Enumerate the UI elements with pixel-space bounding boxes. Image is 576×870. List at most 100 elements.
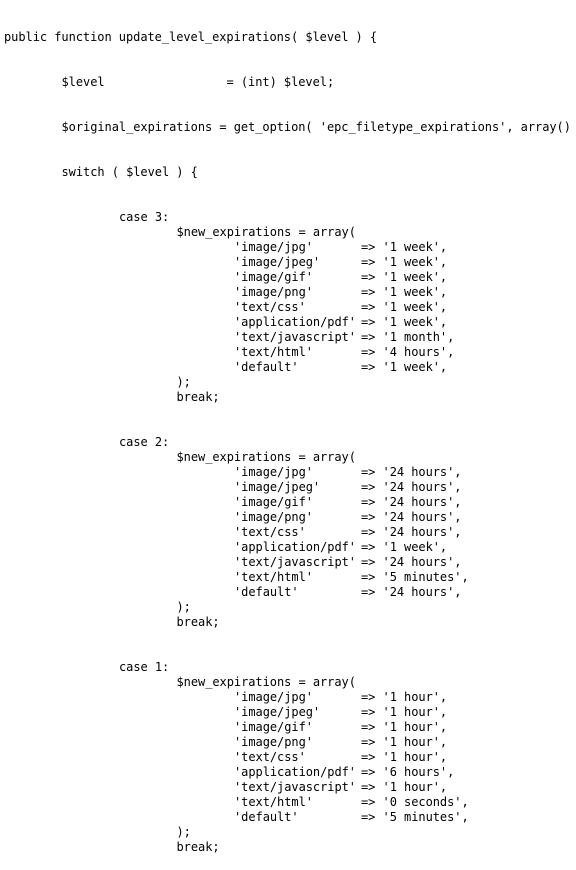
mime-type-key: 'application/pdf' (234, 315, 356, 329)
case-label: case 3: (119, 210, 170, 224)
array-entry: 'default' => '5 minutes', (4, 810, 571, 825)
array-entry: 'image/gif' => '1 hour', (4, 720, 571, 735)
array-entry: 'text/css' => '24 hours', (4, 525, 571, 540)
array-entry: 'default' => '24 hours', (4, 585, 571, 600)
expiration-value: => '1 hour', (361, 690, 448, 704)
expiration-value: => '24 hours', (361, 510, 462, 524)
expiration-value: => '1 week', (361, 300, 448, 314)
array-entry: 'image/jpeg' => '1 week', (4, 255, 571, 270)
array-entry: 'image/jpeg' => '1 hour', (4, 705, 571, 720)
mime-type-key: 'default' (234, 810, 299, 824)
break-statement: break; (176, 390, 220, 404)
mime-type-key: 'default' (234, 360, 299, 374)
mime-type-key: 'image/png' (234, 735, 313, 749)
level-assignment: $level = (int) $level; (61, 75, 335, 89)
array-entry: 'application/pdf' => '1 week', (4, 315, 571, 330)
expiration-value: => '1 week', (361, 255, 448, 269)
expiration-value: => '1 hour', (361, 705, 448, 719)
array-entry: 'text/html' => '5 minutes', (4, 570, 571, 585)
array-entry: 'text/css' => '1 hour', (4, 750, 571, 765)
expiration-value: => '24 hours', (361, 495, 462, 509)
mime-type-key: 'text/css' (234, 300, 306, 314)
mime-type-key: 'text/html' (234, 570, 313, 584)
array-entry: 'text/css' => '1 week', (4, 300, 571, 315)
array-entry: 'text/html' => '4 hours', (4, 345, 571, 360)
array-entry: 'image/jpg' => '1 week', (4, 240, 571, 255)
expiration-value: => '1 week', (361, 360, 448, 374)
expiration-value: => '1 hour', (361, 735, 448, 749)
mime-type-key: 'image/jpeg' (234, 480, 321, 494)
expiration-value: => '1 week', (361, 240, 448, 254)
mime-type-key: 'image/gif' (234, 720, 313, 734)
expiration-value: => '5 minutes', (361, 570, 469, 584)
mime-type-key: 'text/css' (234, 750, 306, 764)
mime-type-key: 'text/javascript' (234, 555, 356, 569)
expiration-value: => '1 hour', (361, 720, 448, 734)
expiration-value: => '1 hour', (361, 750, 448, 764)
array-entry: 'image/gif' => '1 week', (4, 270, 571, 285)
expiration-value: => '0 seconds', (361, 795, 469, 809)
expiration-value: => '24 hours', (361, 525, 462, 539)
array-open: $new_expirations = array( (176, 450, 356, 464)
mime-type-key: 'image/png' (234, 285, 313, 299)
expiration-value: => '1 hour', (361, 780, 448, 794)
mime-type-key: 'default' (234, 585, 299, 599)
array-entry: 'application/pdf' => '1 week', (4, 540, 571, 555)
array-entry: 'image/png' => '1 hour', (4, 735, 571, 750)
expiration-value: => '1 week', (361, 315, 448, 329)
case-label: case 2: (119, 435, 170, 449)
array-entry: 'text/javascript' => '1 month', (4, 330, 571, 345)
mime-type-key: 'text/javascript' (234, 780, 356, 794)
break-statement: break; (176, 840, 220, 854)
expiration-value: => '24 hours', (361, 480, 462, 494)
mime-type-key: 'image/jpeg' (234, 255, 321, 269)
mime-type-key: 'image/jpeg' (234, 705, 321, 719)
array-entry: 'text/html' => '0 seconds', (4, 795, 571, 810)
expiration-value: => '24 hours', (361, 465, 462, 479)
expiration-value: => '1 month', (361, 330, 455, 344)
array-open: $new_expirations = array( (176, 225, 356, 239)
array-close: ); (176, 600, 191, 614)
mime-type-key: 'text/css' (234, 525, 306, 539)
mime-type-key: 'image/gif' (234, 495, 313, 509)
array-close: ); (176, 825, 191, 839)
array-open: $new_expirations = array( (176, 675, 356, 689)
expiration-value: => '6 hours', (361, 765, 455, 779)
mime-type-key: 'application/pdf' (234, 765, 356, 779)
expiration-value: => '1 week', (361, 270, 448, 284)
code-block: public function update_level_expirations… (4, 0, 571, 870)
array-entry: 'image/png' => '24 hours', (4, 510, 571, 525)
expiration-value: => '24 hours', (361, 555, 462, 569)
array-entry: 'image/gif' => '24 hours', (4, 495, 571, 510)
expiration-value: => '1 week', (361, 285, 448, 299)
function-signature: public function update_level_expirations… (4, 30, 378, 44)
case-label: case 1: (119, 660, 170, 674)
case-block: case 1: $new_expirations = array('image/j… (4, 660, 571, 855)
array-entry: 'image/jpeg' => '24 hours', (4, 480, 571, 495)
array-entry: 'application/pdf' => '6 hours', (4, 765, 571, 780)
expiration-value: => '1 week', (361, 540, 448, 554)
mime-type-key: 'image/png' (234, 510, 313, 524)
expiration-value: => '24 hours', (361, 585, 462, 599)
mime-type-key: 'text/html' (234, 795, 313, 809)
array-entry: 'default' => '1 week', (4, 360, 571, 375)
mime-type-key: 'image/jpg' (234, 465, 313, 479)
array-entry: 'text/javascript' => '24 hours', (4, 555, 571, 570)
break-statement: break; (176, 615, 220, 629)
array-entry: 'image/png' => '1 week', (4, 285, 571, 300)
mime-type-key: 'image/jpg' (234, 240, 313, 254)
expiration-value: => '4 hours', (361, 345, 455, 359)
array-entry: 'image/jpg' => '1 hour', (4, 690, 571, 705)
case-block: case 3: $new_expirations = array('image/j… (4, 210, 571, 435)
mime-type-key: 'image/jpg' (234, 690, 313, 704)
array-close: ); (176, 375, 191, 389)
mime-type-key: 'application/pdf' (234, 540, 356, 554)
switch-statement: switch ( $level ) { (61, 165, 198, 179)
expiration-value: => '5 minutes', (361, 810, 469, 824)
switch-cases: case 3: $new_expirations = array('image/j… (4, 210, 571, 855)
original-expirations-assignment: $original_expirations = get_option( 'epc… (61, 120, 571, 134)
